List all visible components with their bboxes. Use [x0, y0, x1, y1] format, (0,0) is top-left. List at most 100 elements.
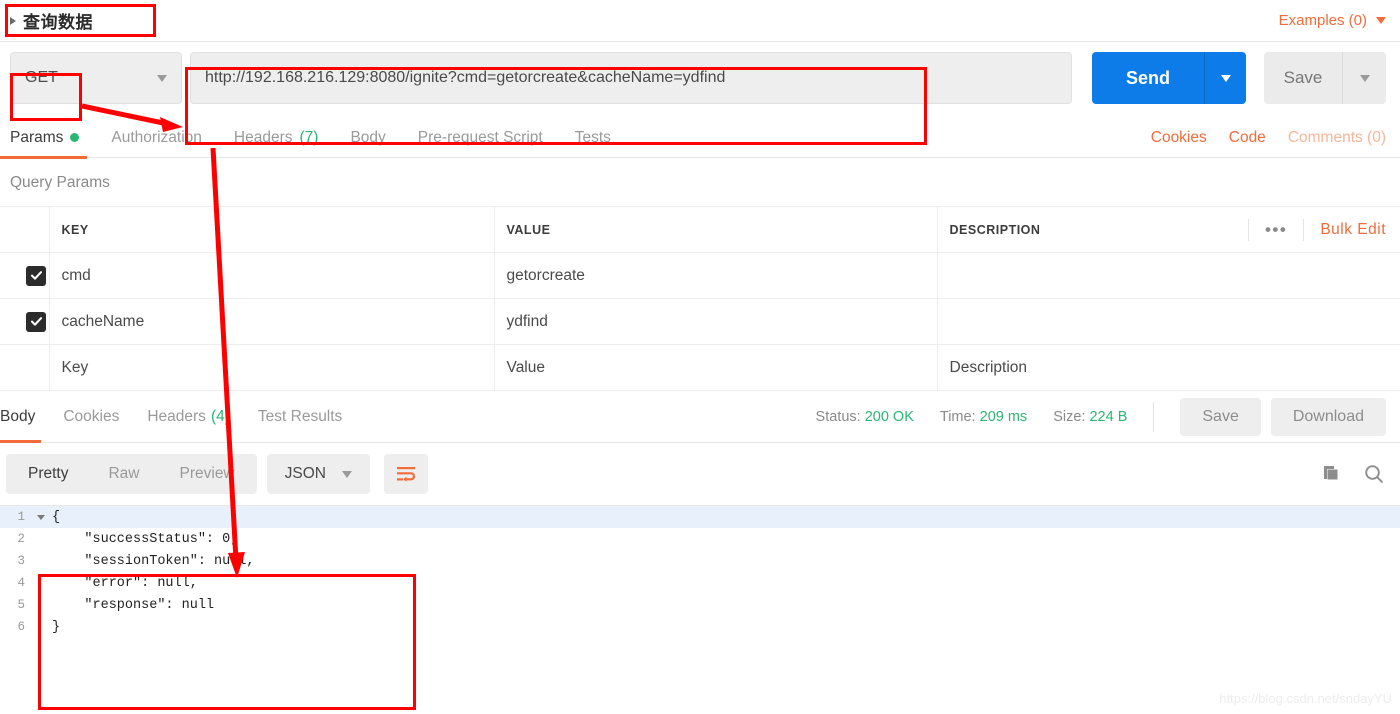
- new-value-input[interactable]: Value: [494, 344, 938, 391]
- chevron-down-icon: [1376, 17, 1386, 24]
- row-checkbox-cell-empty: [0, 344, 50, 391]
- chevron-down-icon: [341, 470, 352, 478]
- wrap-lines-button[interactable]: [383, 454, 428, 494]
- code-line: 4 "error": null,: [0, 572, 1400, 594]
- line-number: 4: [17, 576, 25, 590]
- code-link[interactable]: Code: [1229, 129, 1266, 147]
- tab-headers-label: Headers: [233, 128, 293, 146]
- send-button-group: Send: [1092, 52, 1246, 104]
- tab-authorization[interactable]: Authorization: [95, 118, 217, 158]
- header-checkbox-cell: [0, 206, 50, 253]
- request-tabs: Params Authorization Headers (7) Body Pr…: [0, 118, 1400, 159]
- response-save-button[interactable]: Save: [1180, 397, 1261, 436]
- table-row: cmd getorcreate: [0, 252, 1400, 299]
- bulk-edit-button[interactable]: Bulk Edit: [1304, 221, 1400, 239]
- response-tab-test-results[interactable]: Test Results: [244, 391, 356, 443]
- chevron-down-icon: [1220, 74, 1231, 82]
- row-checkbox[interactable]: [26, 311, 46, 332]
- table-row: cacheName ydfind: [0, 298, 1400, 345]
- line-number: 1: [17, 510, 25, 524]
- send-button[interactable]: Send: [1092, 52, 1204, 104]
- response-tab-headers[interactable]: Headers (4): [133, 391, 244, 443]
- request-name-group[interactable]: 查询数据: [10, 8, 93, 33]
- tab-body[interactable]: Body: [334, 118, 401, 158]
- view-mode-pretty[interactable]: Pretty: [8, 454, 88, 494]
- row-value[interactable]: ydfind: [494, 298, 938, 345]
- line-number: 6: [17, 620, 25, 634]
- tab-pre-request-script-label: Pre-request Script: [417, 128, 543, 146]
- new-key-input[interactable]: Key: [49, 344, 495, 391]
- request-header-bar: 查询数据 Examples (0): [0, 0, 1400, 42]
- examples-dropdown[interactable]: Examples (0): [1279, 12, 1386, 29]
- divider: [1153, 401, 1155, 432]
- header-description-cell: DESCRIPTION ••• Bulk Edit: [937, 206, 1400, 253]
- response-format-label: JSON: [284, 465, 326, 482]
- tab-pre-request-script[interactable]: Pre-request Script: [402, 118, 559, 158]
- save-options-button[interactable]: [1342, 52, 1386, 104]
- response-tab-cookies-label: Cookies: [63, 407, 120, 425]
- fold-toggle[interactable]: [30, 514, 52, 520]
- http-method-select[interactable]: GET: [10, 52, 182, 104]
- response-tab-body[interactable]: Body: [0, 391, 49, 443]
- row-description[interactable]: [937, 252, 1400, 299]
- row-value[interactable]: getorcreate: [494, 252, 938, 299]
- save-button-group: Save: [1264, 52, 1386, 104]
- code-text: }: [52, 619, 61, 635]
- size-value: 224 B: [1089, 408, 1128, 425]
- view-mode-segment: Pretty Raw Preview: [6, 454, 257, 494]
- response-body-viewer[interactable]: 1 { 2 "successStatus": 0, 3 "sessionToke…: [0, 505, 1400, 655]
- caret-right-icon[interactable]: [10, 16, 16, 25]
- header-key: KEY: [49, 206, 495, 253]
- tab-params-label: Params: [10, 128, 64, 146]
- row-description[interactable]: [937, 298, 1400, 345]
- response-tab-body-label: Body: [0, 407, 36, 425]
- row-key[interactable]: cacheName: [49, 298, 495, 345]
- code-text: "error": null,: [52, 575, 198, 591]
- tab-tests-label: Tests: [574, 128, 611, 146]
- time-value: 209 ms: [979, 408, 1028, 425]
- code-text: {: [52, 509, 61, 525]
- row-checkbox-cell: [0, 298, 50, 345]
- view-mode-raw[interactable]: Raw: [88, 454, 159, 494]
- response-download-button[interactable]: Download: [1270, 397, 1386, 436]
- response-tab-cookies[interactable]: Cookies: [49, 391, 133, 443]
- new-description-input[interactable]: Description: [937, 344, 1400, 391]
- caret-down-icon: [37, 514, 45, 520]
- http-method-label: GET: [25, 69, 58, 86]
- url-input[interactable]: http://192.168.216.129:8080/ignite?cmd=g…: [190, 52, 1072, 104]
- line-number: 3: [17, 554, 25, 568]
- status-value: 200 OK: [864, 408, 914, 425]
- check-icon: [30, 271, 42, 280]
- tab-tests[interactable]: Tests: [559, 118, 627, 158]
- code-text: "response": null: [52, 597, 215, 613]
- search-button[interactable]: [1362, 462, 1386, 486]
- search-icon: [1365, 465, 1383, 483]
- query-params-table: KEY VALUE DESCRIPTION ••• Bulk Edit cmd …: [0, 206, 1400, 391]
- response-tab-test-results-label: Test Results: [257, 407, 343, 425]
- tab-headers-count: (7): [299, 128, 319, 146]
- ellipsis-icon[interactable]: •••: [1247, 218, 1305, 241]
- view-mode-preview[interactable]: Preview: [160, 454, 255, 494]
- size-label: Size:: [1053, 408, 1086, 425]
- header-value: VALUE: [494, 206, 938, 253]
- table-header-row: KEY VALUE DESCRIPTION ••• Bulk Edit: [0, 206, 1400, 253]
- copy-icon: [1324, 466, 1338, 480]
- line-number: 5: [17, 598, 25, 612]
- send-options-button[interactable]: [1204, 52, 1246, 104]
- copy-button[interactable]: [1320, 463, 1342, 485]
- response-view-toolbar: Pretty Raw Preview JSON: [0, 443, 1400, 505]
- comments-link[interactable]: Comments (0): [1288, 129, 1386, 147]
- row-checkbox[interactable]: [26, 265, 46, 286]
- code-text: "sessionToken": null,: [52, 553, 255, 569]
- save-button[interactable]: Save: [1264, 52, 1342, 104]
- cookies-link[interactable]: Cookies: [1151, 129, 1207, 147]
- status-label: Status:: [815, 408, 861, 425]
- tab-headers[interactable]: Headers (7): [218, 118, 335, 158]
- row-checkbox-cell: [0, 252, 50, 299]
- row-key[interactable]: cmd: [49, 252, 495, 299]
- tab-params[interactable]: Params: [0, 118, 95, 159]
- chevron-down-icon: [157, 74, 167, 82]
- response-format-select[interactable]: JSON: [266, 454, 370, 494]
- tab-body-label: Body: [350, 128, 386, 146]
- params-active-dot-icon: [70, 133, 80, 142]
